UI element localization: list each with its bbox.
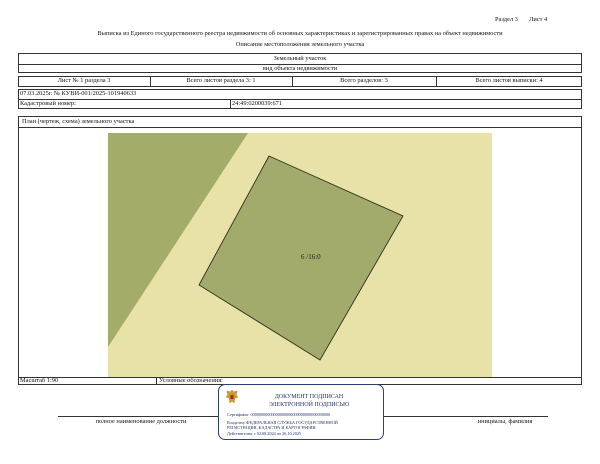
object-type-caption: вид объекта недвижимости bbox=[262, 65, 338, 72]
sheet-number: Лист 4 bbox=[529, 16, 548, 23]
stamp-valid: Действителен: с 02.08.2024 по 26.10.2025 bbox=[227, 431, 302, 436]
stamp-cert: Сертификат: 0000000000000000000000000000… bbox=[227, 412, 331, 417]
document-subtitle: Описание местоположения земельного участ… bbox=[235, 41, 365, 48]
plan-label: План (чертеж, схема) земельного участка bbox=[22, 118, 135, 125]
section-number: Раздел 3 bbox=[495, 16, 518, 23]
cadastral-label: Кадастровый номер: bbox=[20, 100, 76, 107]
name-caption: инициалы, фамилия bbox=[477, 418, 533, 425]
stamp-line2: ЭЛЕКТРОННОЙ ПОДПИСЬЮ bbox=[268, 402, 350, 408]
legend-label: Условные обозначения: bbox=[159, 377, 223, 384]
emblem-icon bbox=[225, 389, 239, 404]
stamp-owner2: РЕГИСТРАЦИИ, КАДАСТРА И КАРТОГРАФИИ bbox=[227, 425, 316, 430]
sections-total: Всего разделов: 3 bbox=[340, 77, 388, 84]
position-caption: полное наименование должности bbox=[95, 418, 187, 425]
sheet-of-section: Лист № 1 раздела 3 bbox=[57, 77, 111, 84]
parcel-label: 6 /16:0 bbox=[301, 253, 321, 261]
cadastral-number: 24:49:0200039:671 bbox=[232, 100, 283, 107]
scale: Масштаб 1:90 bbox=[20, 377, 59, 384]
sheets-in-section: Всего листов раздела 3: 1 bbox=[186, 77, 256, 84]
document-title: Выписка из Единого государственного реес… bbox=[97, 30, 503, 37]
plan-drawing: 6 /16:0 bbox=[108, 133, 492, 378]
record-date-number: 07.03.2025г. № КУВИ-001/2025-101940633 bbox=[20, 90, 137, 97]
stamp-line1: ДОКУМЕНТ ПОДПИСАН bbox=[274, 394, 344, 400]
object-type: Земельный участок bbox=[273, 55, 327, 62]
sheets-total: Всего листов выписки: 4 bbox=[475, 77, 543, 84]
e-signature-stamp: ДОКУМЕНТ ПОДПИСАН ЭЛЕКТРОННОЙ ПОДПИСЬЮ С… bbox=[218, 384, 384, 440]
